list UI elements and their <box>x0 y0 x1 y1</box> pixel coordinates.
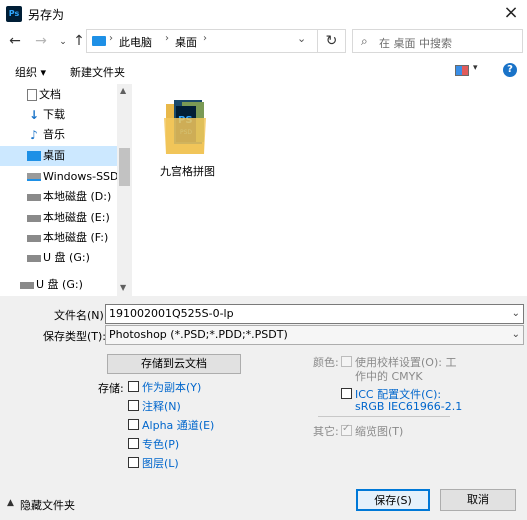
drive-icon <box>27 234 41 242</box>
nav-item-label: 文档 <box>39 88 61 101</box>
annotations-checkbox[interactable] <box>128 400 139 411</box>
refresh-button[interactable]: ↻ <box>318 29 346 53</box>
use-proof-setup-checkbox[interactable] <box>341 356 352 367</box>
search-input[interactable]: ⌕ 在 桌面 中搜索 <box>352 29 523 53</box>
window-title: 另存为 <box>28 8 65 22</box>
alpha-channels-checkbox[interactable] <box>128 419 139 430</box>
view-dropdown-icon[interactable]: ▾ <box>473 63 478 73</box>
filetype-label: 保存类型(T): <box>43 330 107 343</box>
alpha-channels-option-label: Alpha 通道(E) <box>142 419 215 432</box>
nav-item-label: 下载 <box>43 108 65 121</box>
thumbnail-label: 缩览图(T) <box>355 425 404 438</box>
save-button[interactable]: 保存(S) <box>356 489 430 511</box>
search-placeholder: 在 桌面 中搜索 <box>379 37 452 50</box>
pc-icon <box>92 36 106 46</box>
back-arrow-icon[interactable]: ← <box>6 32 24 50</box>
layers-checkbox[interactable] <box>128 457 139 468</box>
filename-input[interactable]: 191002001Q525S-0-lp ⌄ <box>105 304 524 324</box>
nav-item-music[interactable]: ♪ 音乐 <box>0 125 117 145</box>
filename-dropdown-icon[interactable]: ⌄ <box>512 305 520 323</box>
icc-profile-checkbox[interactable] <box>341 388 352 399</box>
download-icon: ↓ <box>28 108 40 122</box>
drive-icon <box>27 173 41 181</box>
filetype-select[interactable]: Photoshop (*.PSD;*.PDD;*.PSDT) ⌄ <box>105 325 524 345</box>
color-label: 颜色: <box>313 356 339 369</box>
help-icon[interactable]: ? <box>503 63 517 77</box>
toolbar: 组织 ▾ 新建文件夹 ▾ ? <box>0 58 527 84</box>
hide-folders-toggle[interactable]: 隐藏文件夹 <box>20 497 75 513</box>
nav-item-label: 音乐 <box>43 128 65 141</box>
nav-item-label: Windows-SSD ( <box>43 170 117 183</box>
checkmark-icon: ✓ <box>342 423 351 434</box>
music-icon: ♪ <box>30 128 38 142</box>
chevron-up-icon[interactable]: ▲ <box>7 498 14 508</box>
other-label: 其它: <box>313 425 339 438</box>
storage-label: 存储: <box>98 382 124 395</box>
spot-colors-checkbox[interactable] <box>128 438 139 449</box>
spot-colors-option-label: 专色(P) <box>142 438 180 451</box>
nav-item-windows-ssd[interactable]: Windows-SSD ( <box>0 167 117 187</box>
chevron-right-icon: › <box>165 33 169 44</box>
cancel-button[interactable]: 取消 <box>440 489 516 511</box>
filename-label: 文件名(N): <box>54 309 108 322</box>
divider <box>318 416 450 417</box>
psd-folder-icon[interactable]: PS PSD <box>162 96 208 156</box>
nav-item-usb-g-root[interactable]: U 盘 (G:) <box>0 275 117 295</box>
file-name-label[interactable]: 九宫格拼图 <box>160 163 215 179</box>
nav-item-label: 桌面 <box>43 149 65 162</box>
chevron-right-icon: › <box>203 33 207 44</box>
nav-item-drive-e[interactable]: 本地磁盘 (E:) <box>0 208 117 228</box>
nav-scrollbar[interactable]: ▲ ▼ <box>117 84 132 296</box>
drive-icon <box>27 193 41 201</box>
breadcrumb-desktop[interactable]: 桌面 <box>175 34 197 50</box>
nav-item-desktop[interactable]: 桌面 <box>0 146 117 166</box>
copy-checkbox[interactable] <box>128 381 139 392</box>
thumbnail-checkbox[interactable]: ✓ <box>341 423 352 436</box>
nav-item-usb-g[interactable]: U 盘 (G:) <box>0 248 117 268</box>
organize-menu[interactable]: 组织 ▾ <box>15 64 46 80</box>
nav-item-documents[interactable]: 文档 <box>0 85 117 105</box>
nav-item-label: U 盘 (G:) <box>36 278 83 291</box>
nav-item-downloads[interactable]: ↓ 下载 <box>0 105 117 125</box>
address-dropdown-icon[interactable]: ⌄ <box>297 32 306 45</box>
scroll-down-icon[interactable]: ▼ <box>120 283 126 292</box>
usb-icon <box>20 281 34 289</box>
navigation-pane: 文档 ↓下载 ♪ 音乐 桌面 Windows-SSD ( 本地磁盘 (D:) 本地… <box>0 84 132 296</box>
icc-profile-value: sRGB IEC61966-2.1 <box>355 400 463 413</box>
copy-option-label: 作为副本(Y) <box>142 381 202 394</box>
nav-item-label: U 盘 (G:) <box>43 251 90 264</box>
refresh-icon: ↻ <box>325 33 338 49</box>
layers-option-label: 图层(L) <box>142 457 179 470</box>
drive-icon <box>27 214 41 222</box>
use-proof-setup-label-2: 作中的 CMYK <box>355 370 423 383</box>
chevron-right-icon: › <box>109 33 113 44</box>
nav-item-label: 本地磁盘 (E:) <box>43 211 110 224</box>
chevron-down-icon: ⌄ <box>511 329 520 340</box>
title-bar: Ps 另存为 × <box>0 0 527 28</box>
photoshop-app-icon: Ps <box>6 6 22 22</box>
nav-item-drive-d[interactable]: 本地磁盘 (D:) <box>0 187 117 207</box>
nav-item-label: 本地磁盘 (D:) <box>43 190 112 203</box>
search-icon: ⌕ <box>361 34 368 48</box>
desktop-icon <box>27 151 41 161</box>
scrollbar-thumb[interactable] <box>119 148 130 186</box>
usb-icon <box>27 254 41 262</box>
nav-item-drive-f[interactable]: 本地磁盘 (F:) <box>0 228 117 248</box>
new-folder-button[interactable]: 新建文件夹 <box>70 64 125 80</box>
view-options-icon[interactable] <box>455 65 469 76</box>
address-bar[interactable]: › 此电脑 › 桌面 › ⌄ <box>86 29 318 53</box>
scroll-up-icon[interactable]: ▲ <box>120 86 126 95</box>
nav-item-label: 本地磁盘 (F:) <box>43 231 109 244</box>
filetype-value: Photoshop (*.PSD;*.PDD;*.PSDT) <box>109 328 288 341</box>
close-icon[interactable]: × <box>498 2 524 26</box>
save-to-cloud-button[interactable]: 存储到云文档 <box>107 354 241 374</box>
breadcrumb-this-pc[interactable]: 此电脑 <box>119 34 152 50</box>
save-options-panel: 文件名(N): 191002001Q525S-0-lp ⌄ 保存类型(T): P… <box>0 296 527 520</box>
annotations-option-label: 注释(N) <box>142 400 181 413</box>
filename-value: 191002001Q525S-0-lp <box>109 307 234 320</box>
forward-arrow-icon[interactable]: → <box>32 32 50 50</box>
document-icon <box>27 89 37 101</box>
